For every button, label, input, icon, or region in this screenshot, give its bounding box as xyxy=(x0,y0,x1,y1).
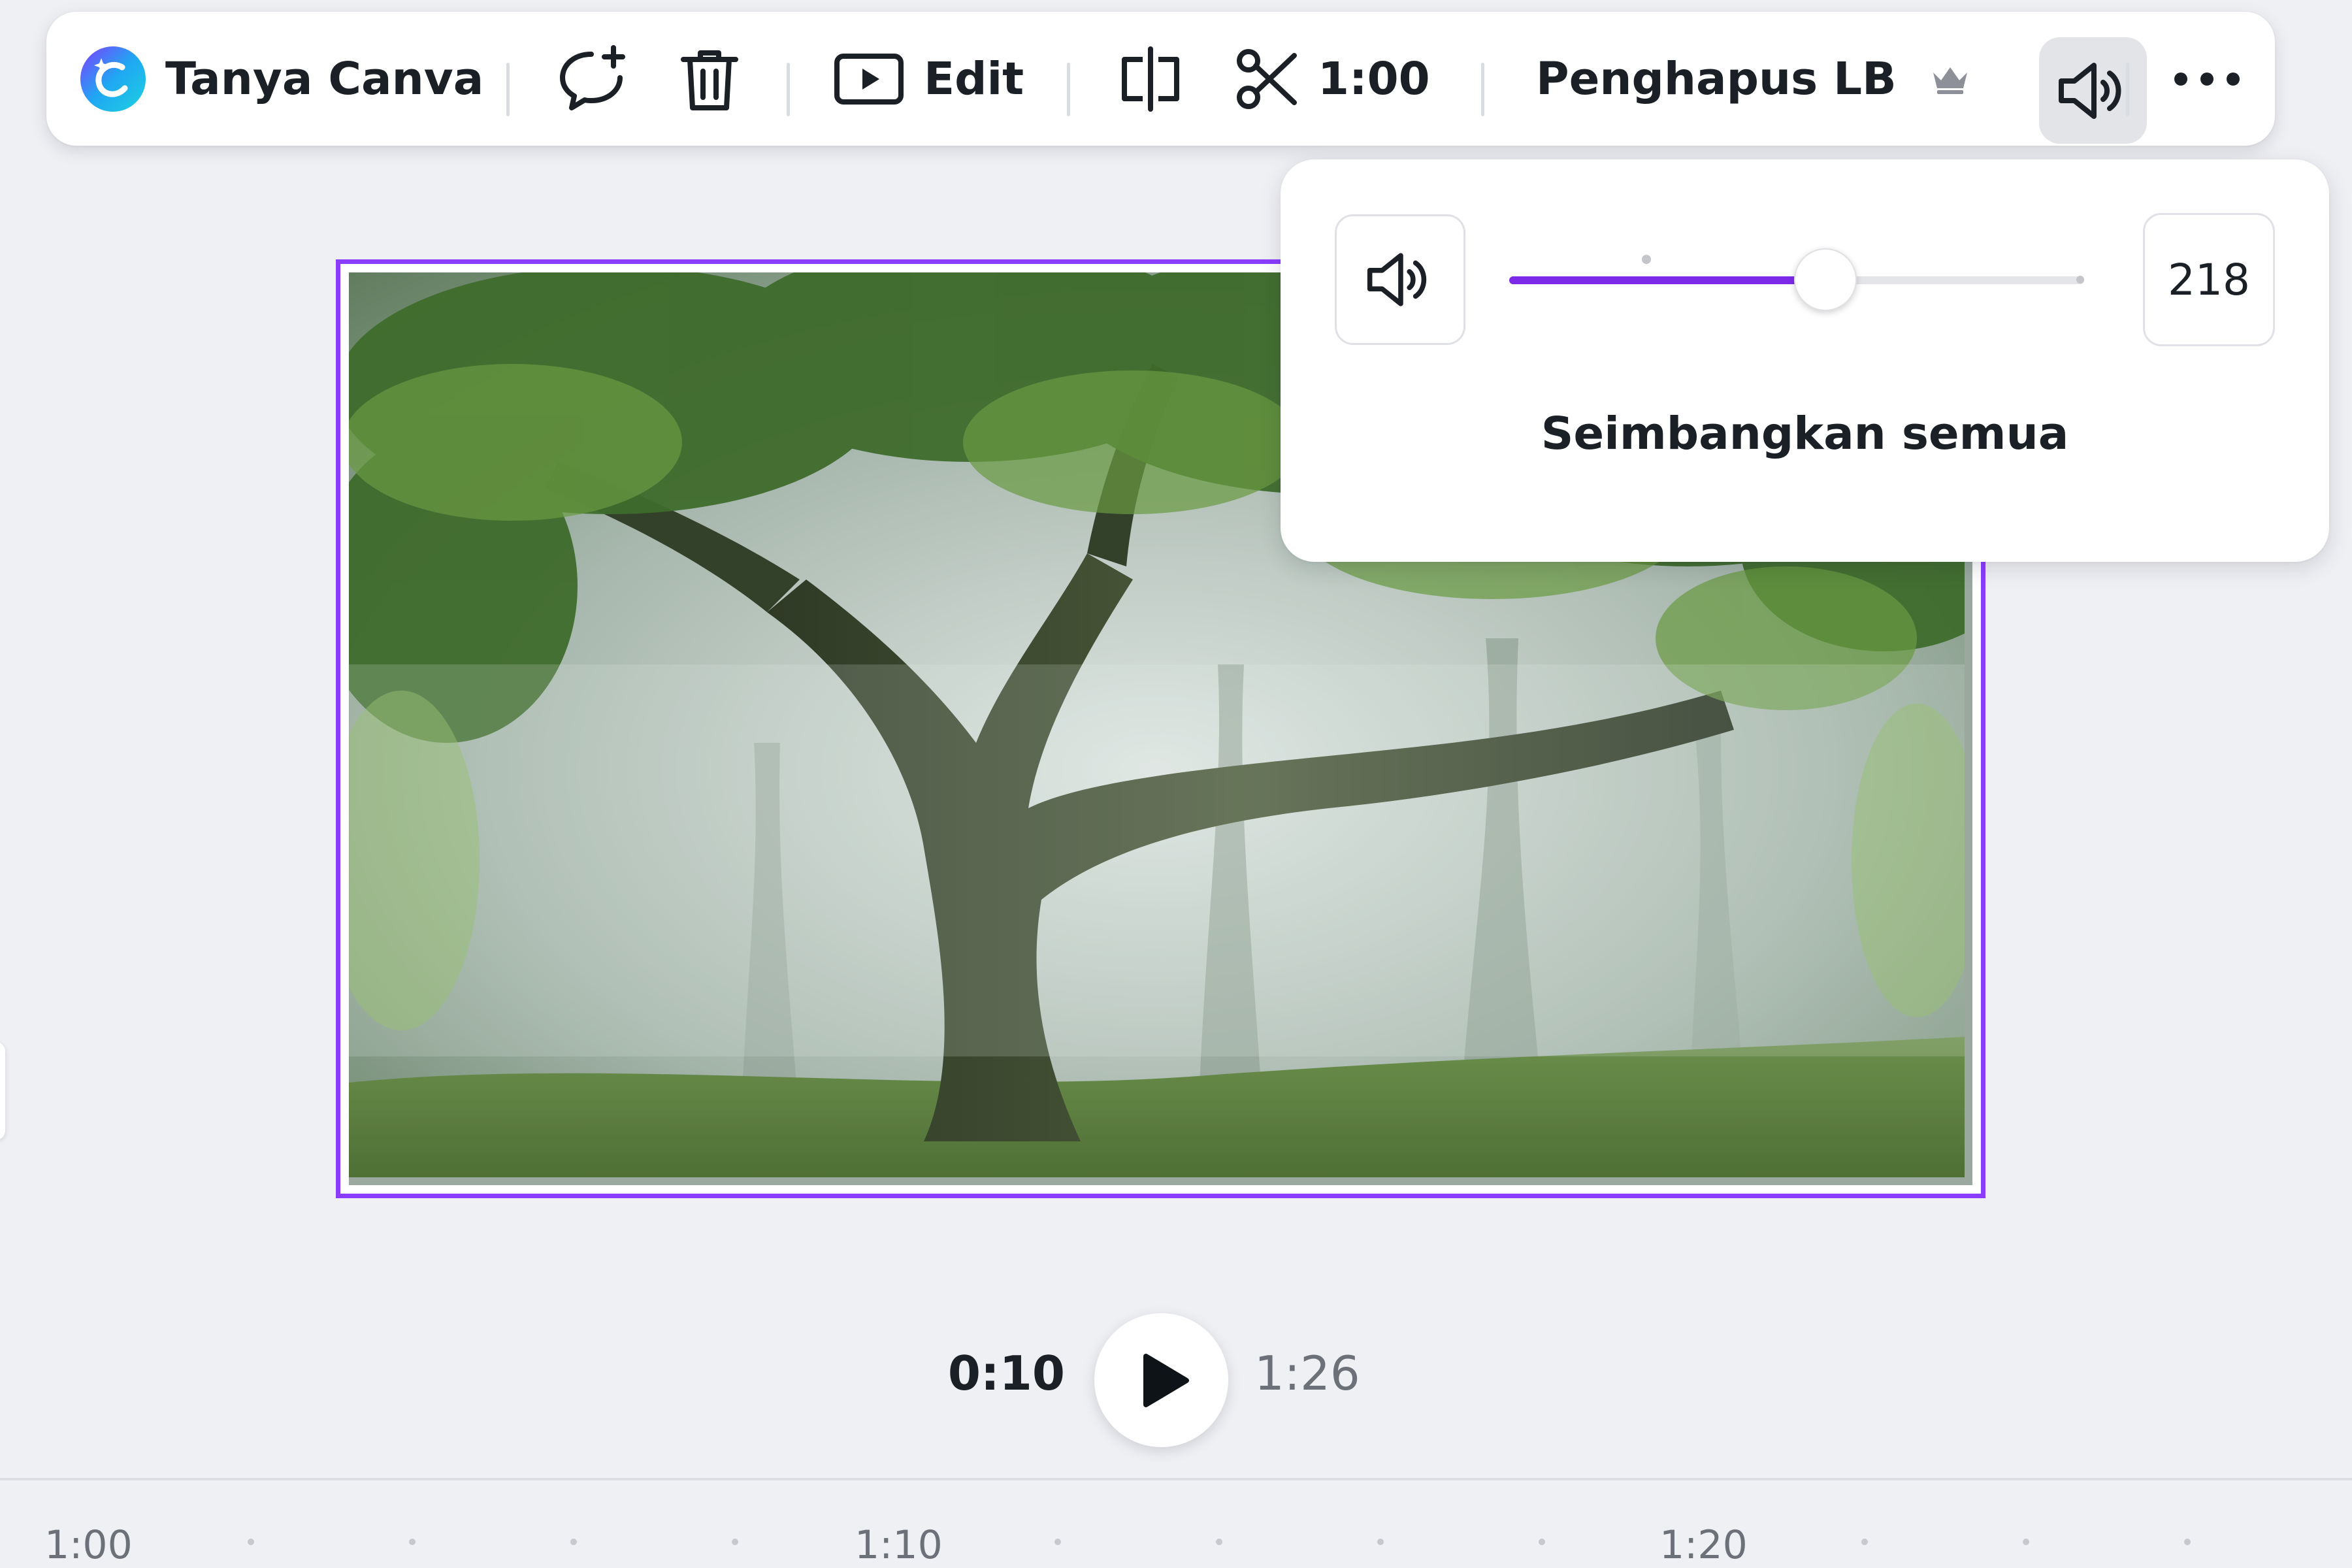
bg-remover-button[interactable]: Penghapus LB xyxy=(1536,12,1970,146)
play-icon xyxy=(1141,1352,1190,1409)
volume-icon xyxy=(2057,60,2129,122)
split-icon xyxy=(1118,45,1183,113)
balance-all-button[interactable]: Seimbangkan semua xyxy=(1281,408,2329,460)
play-button[interactable] xyxy=(1094,1313,1228,1447)
timeline-tick xyxy=(732,1539,738,1545)
edit-video-button[interactable]: Edit xyxy=(834,12,1024,146)
current-time: 0:10 xyxy=(947,1346,1065,1401)
volume-popup: 218 Seimbangkan semua xyxy=(1281,159,2329,562)
toolbar-divider xyxy=(1067,63,1070,116)
timeline-tick xyxy=(1377,1539,1384,1545)
duration-label: 1:00 xyxy=(1318,52,1430,105)
edit-label: Edit xyxy=(924,52,1024,105)
timeline-label: 1:10 xyxy=(855,1522,943,1568)
volume-icon xyxy=(1366,250,1434,309)
timeline-tick xyxy=(409,1539,416,1545)
timeline-tick xyxy=(2023,1539,2029,1545)
canva-ai-logo-icon xyxy=(79,45,147,113)
add-comment-button[interactable] xyxy=(555,12,628,146)
total-time: 1:26 xyxy=(1254,1346,1360,1401)
timeline-tick xyxy=(248,1539,254,1545)
timeline-label: 1:20 xyxy=(1659,1522,1748,1568)
ask-canva-button[interactable]: Tanya Canva xyxy=(79,12,483,146)
more-options-button[interactable] xyxy=(2173,12,2241,146)
timeline-tick xyxy=(1054,1539,1061,1545)
more-horizontal-icon xyxy=(2173,71,2241,87)
timeline-tick xyxy=(1861,1539,1868,1545)
side-panel-handle[interactable] xyxy=(0,1042,5,1140)
scissors-icon xyxy=(1234,45,1299,113)
crown-icon xyxy=(1931,63,1970,95)
volume-slider-thumb[interactable] xyxy=(1794,248,1857,311)
trim-button[interactable]: 1:00 xyxy=(1234,12,1430,146)
timeline-ruler[interactable] xyxy=(0,1478,2352,1480)
timeline-tick xyxy=(1216,1539,1222,1545)
play-video-icon xyxy=(834,53,904,105)
timeline-label: 1:00 xyxy=(44,1522,133,1568)
volume-value-input[interactable]: 218 xyxy=(2143,213,2275,346)
mute-button[interactable] xyxy=(1335,214,1465,345)
split-button[interactable] xyxy=(1118,12,1183,146)
slider-max-marker xyxy=(2076,276,2084,284)
trash-icon xyxy=(677,45,742,113)
toolbar-divider xyxy=(1481,63,1484,116)
volume-slider-fill xyxy=(1509,276,1825,284)
bg-remover-label: Penghapus LB xyxy=(1536,52,1897,105)
timeline-tick xyxy=(2184,1539,2191,1545)
add-comment-icon xyxy=(555,42,628,116)
toolbar-divider xyxy=(787,63,790,116)
ask-canva-label: Tanya Canva xyxy=(165,52,484,105)
element-toolbar: Tanya Canva Edit 1:00 Penghapus LB xyxy=(46,12,2275,146)
timeline-tick xyxy=(1539,1539,1545,1545)
delete-button[interactable] xyxy=(677,12,742,146)
toolbar-divider xyxy=(2126,63,2129,116)
slider-default-marker xyxy=(1642,255,1651,264)
volume-slider[interactable] xyxy=(1509,248,2084,311)
toolbar-divider xyxy=(506,63,510,116)
volume-button[interactable] xyxy=(2039,37,2147,144)
timeline-tick xyxy=(570,1539,577,1545)
